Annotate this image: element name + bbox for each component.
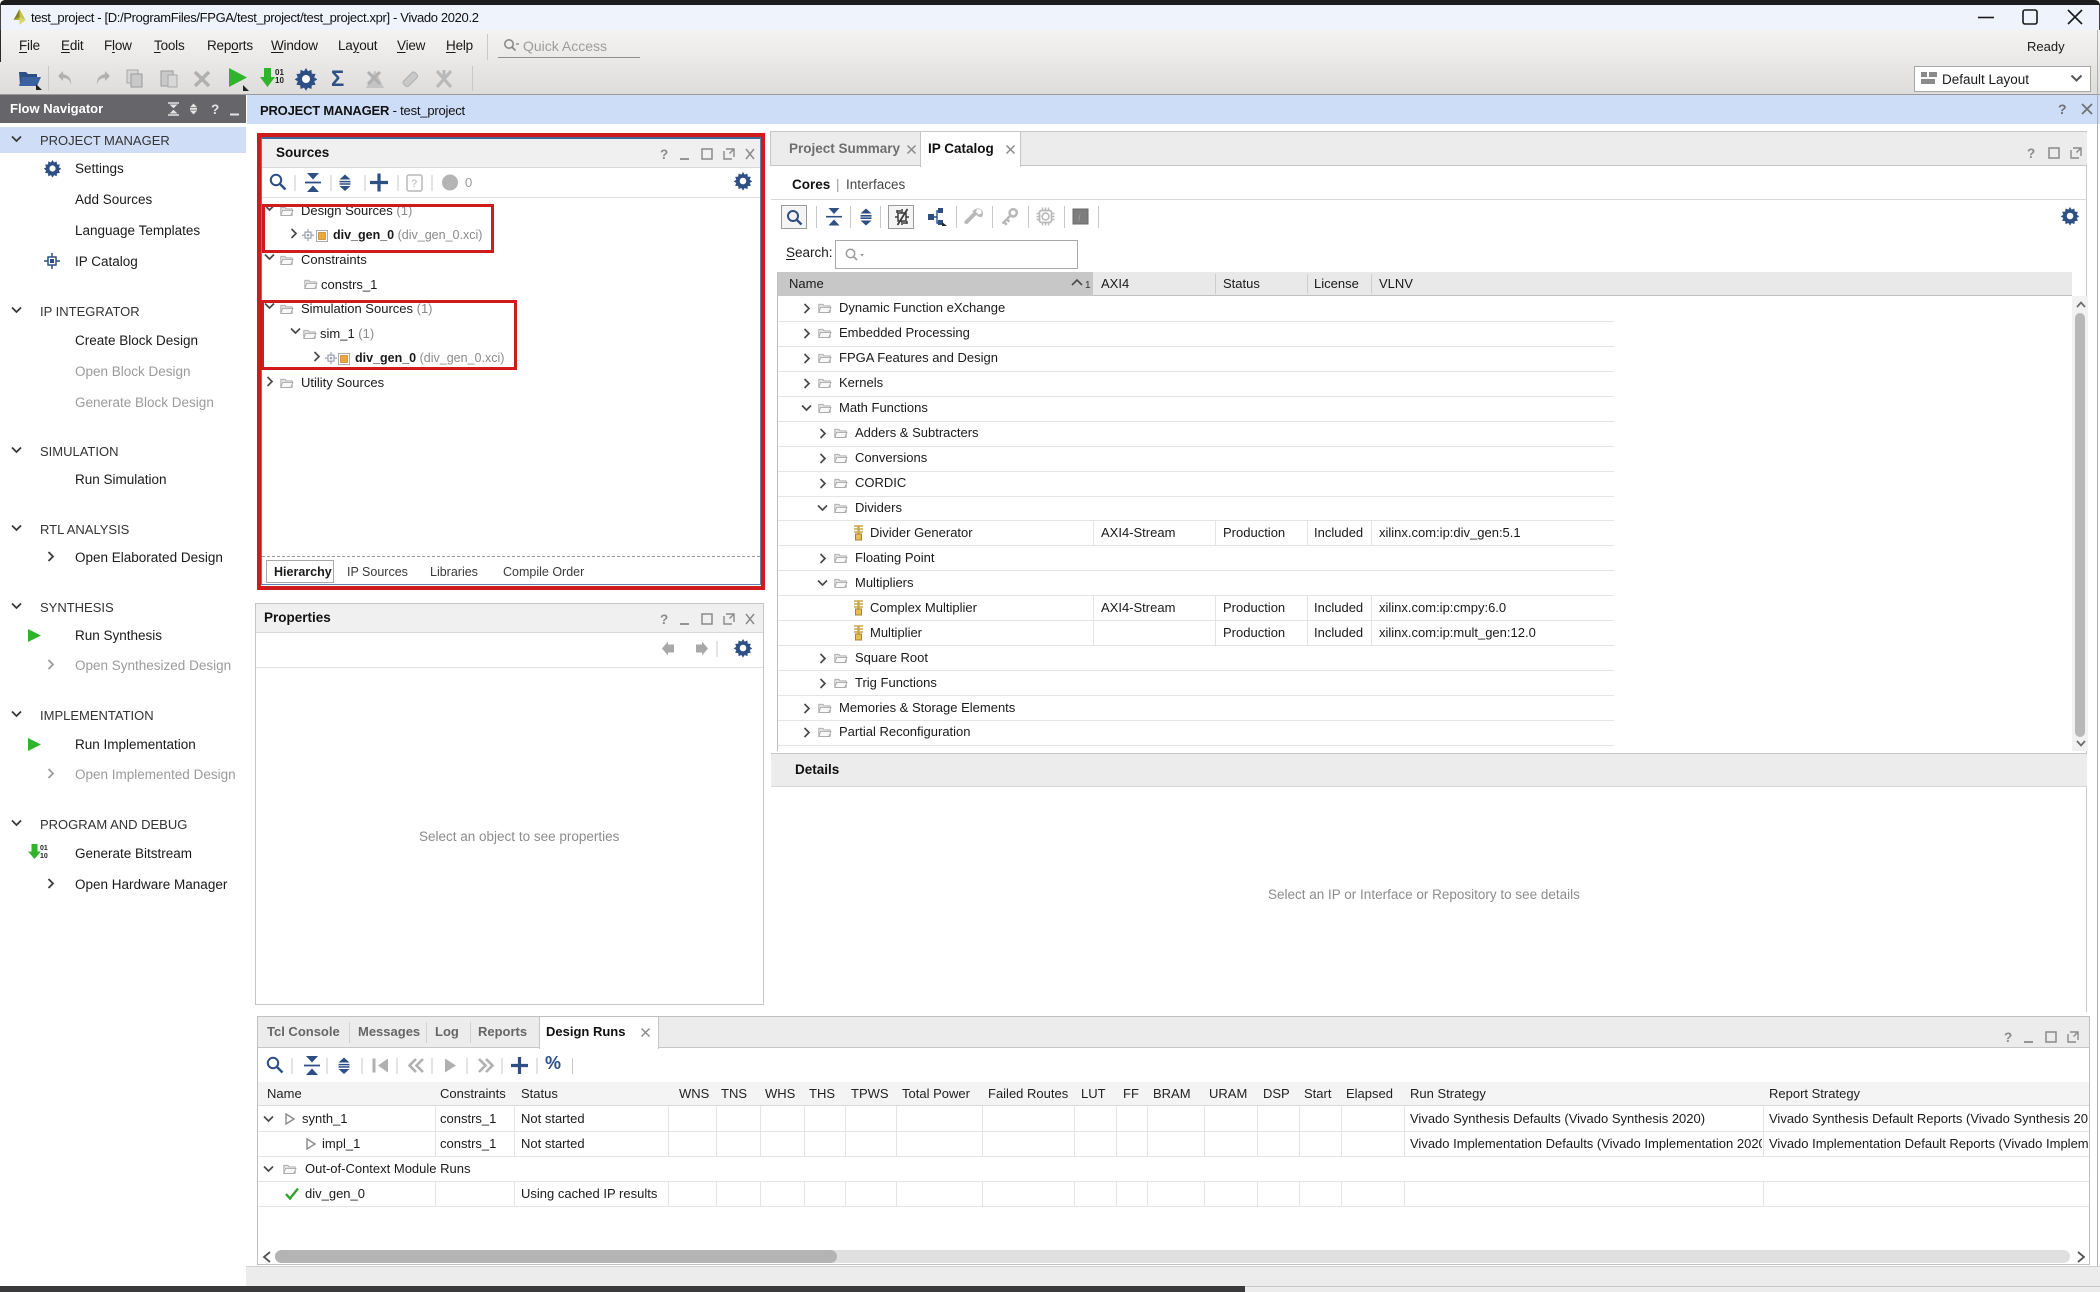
svg-text:?: ? — [660, 612, 668, 627]
svg-text:01: 01 — [40, 845, 48, 852]
svg-text:1: 1 — [1085, 280, 1091, 291]
svg-text:?: ? — [211, 102, 219, 117]
svg-text:?: ? — [2058, 101, 2067, 117]
svg-text:10: 10 — [275, 76, 284, 85]
svg-text:10: 10 — [40, 853, 48, 860]
svg-text:?: ? — [2027, 146, 2035, 161]
svg-text:?: ? — [2004, 1030, 2012, 1045]
